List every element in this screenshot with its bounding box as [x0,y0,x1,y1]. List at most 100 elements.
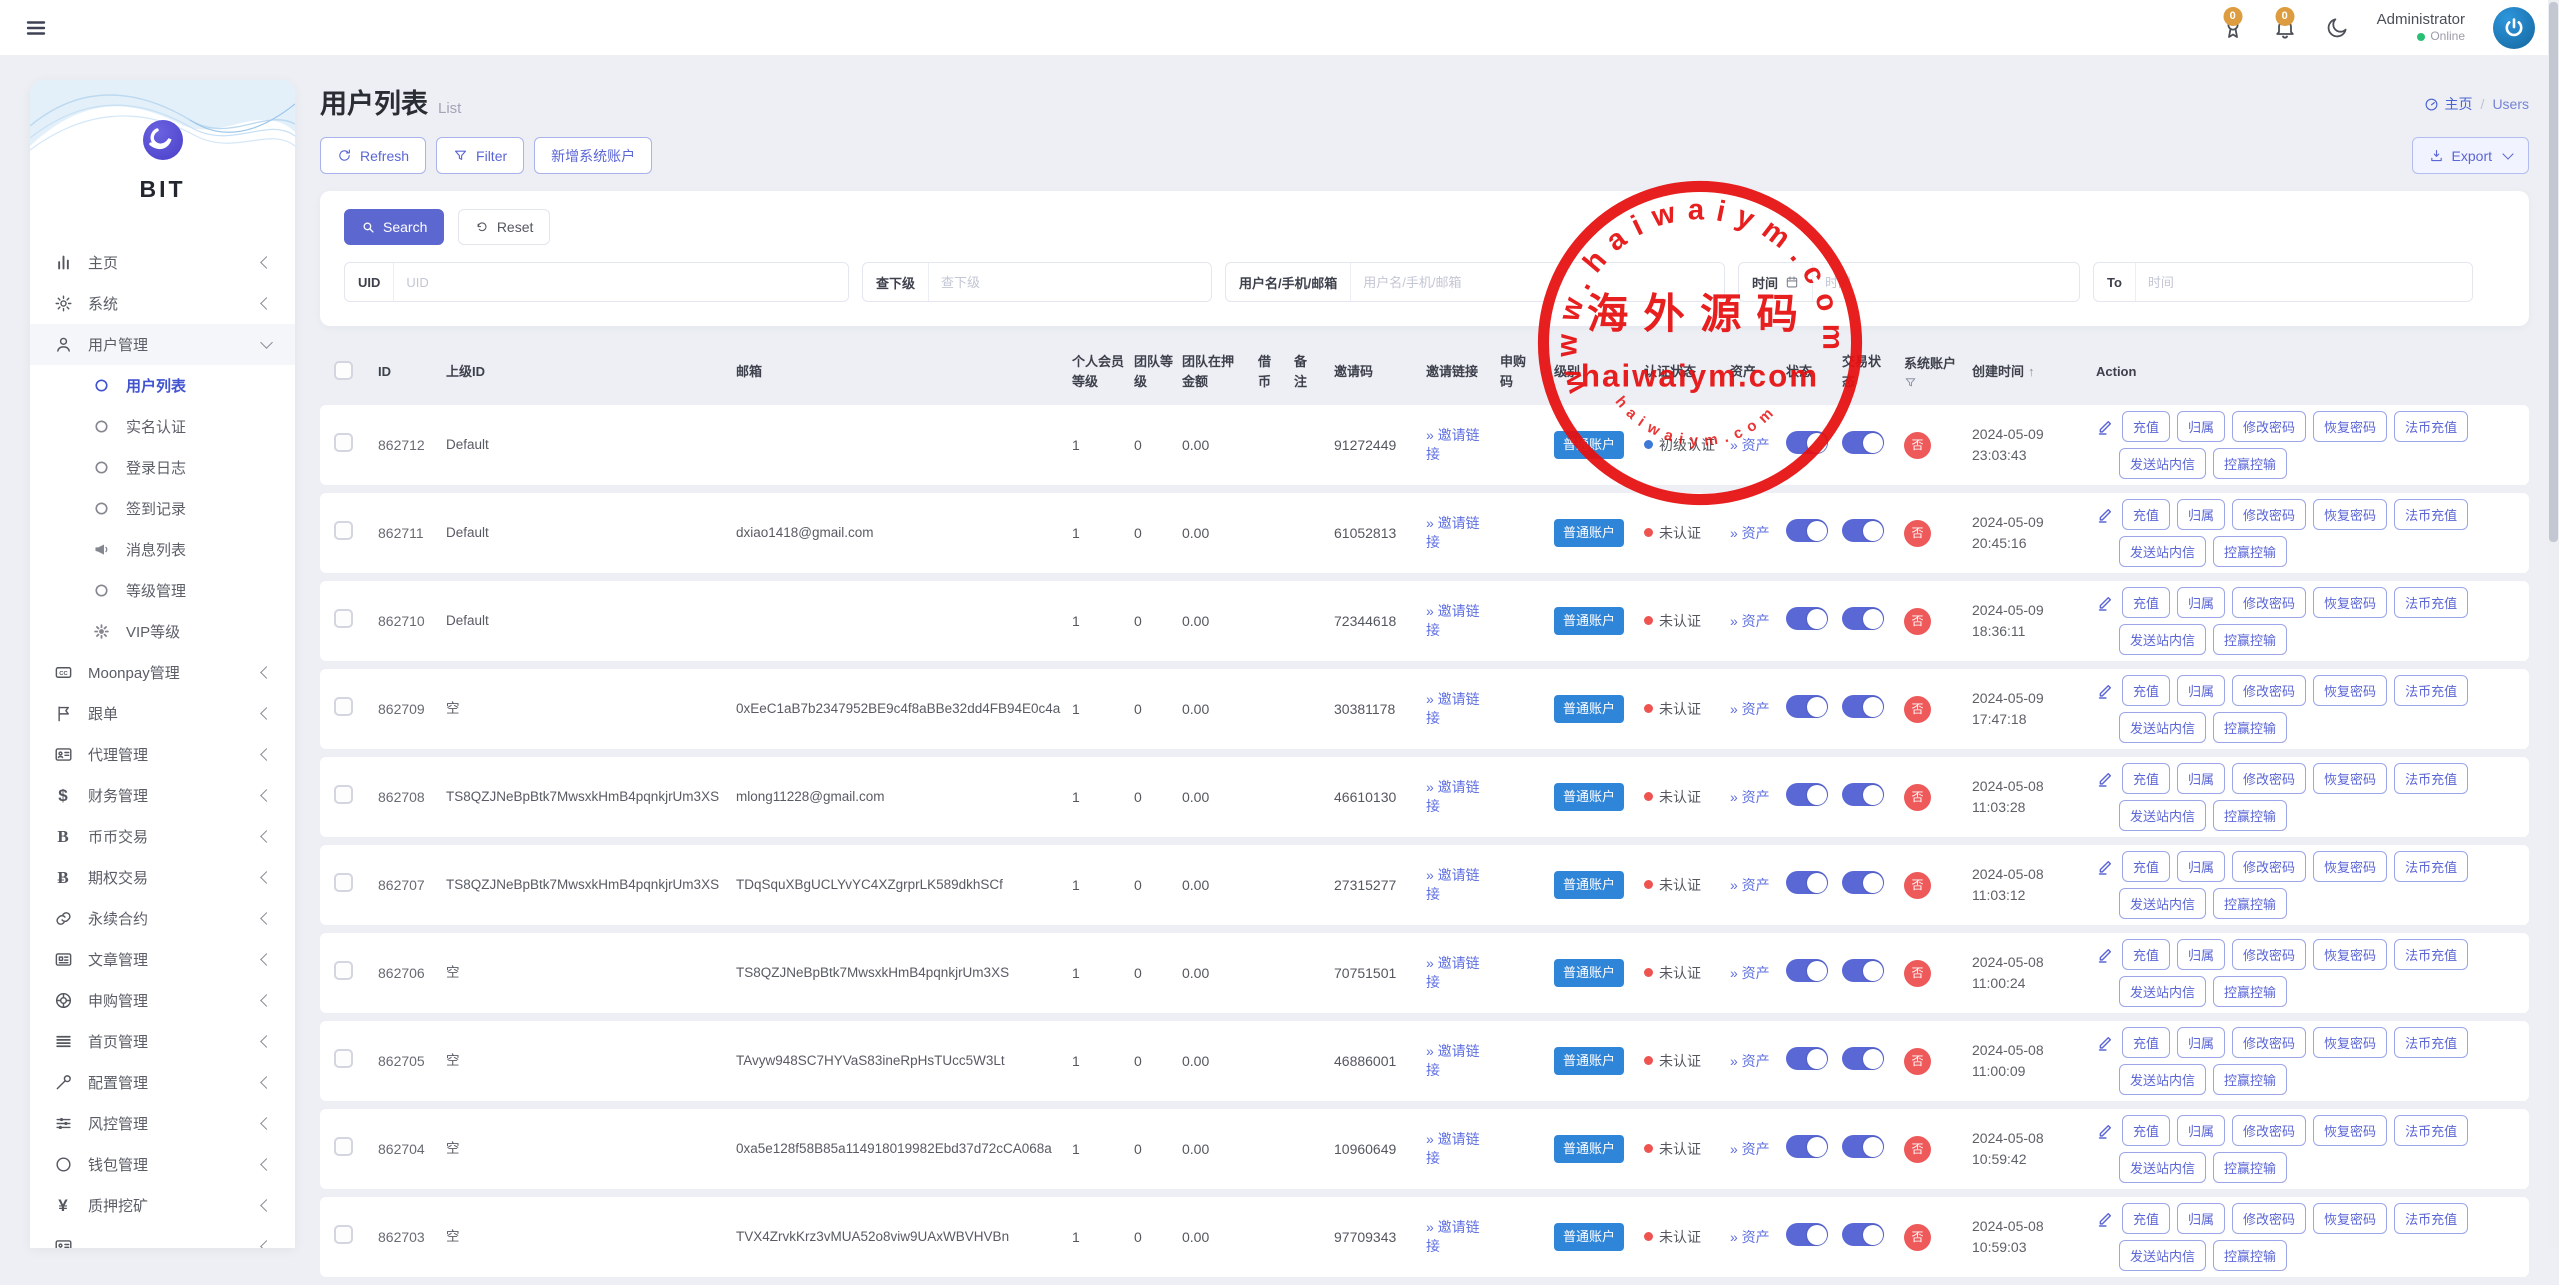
row-checkbox[interactable] [334,1049,353,1068]
sidebar-item-系统[interactable]: 系统 [30,283,295,324]
award-notification-button[interactable]: 0 [2221,16,2245,40]
action-button-修改密码[interactable]: 修改密码 [2232,499,2306,530]
action-button-充值[interactable]: 充值 [2122,675,2170,706]
trade-status-toggle[interactable] [1842,783,1884,806]
status-toggle[interactable] [1786,1047,1828,1070]
action-button-发送站内信[interactable]: 发送站内信 [2119,1152,2206,1183]
action-button-控赢控输[interactable]: 控赢控输 [2213,1064,2287,1095]
edit-icon[interactable] [2096,505,2115,524]
action-button-发送站内信[interactable]: 发送站内信 [2119,448,2206,479]
invite-link[interactable]: » 邀请链接 [1426,1218,1484,1256]
trade-status-toggle[interactable] [1842,431,1884,454]
invite-link[interactable]: » 邀请链接 [1426,690,1484,728]
invite-link[interactable]: » 邀请链接 [1426,1042,1484,1080]
action-button-恢复密码[interactable]: 恢复密码 [2313,499,2387,530]
action-button-充值[interactable]: 充值 [2122,1027,2170,1058]
status-toggle[interactable] [1786,431,1828,454]
action-button-归属[interactable]: 归属 [2177,763,2225,794]
action-button-恢复密码[interactable]: 恢复密码 [2313,411,2387,442]
scrollbar-thumb[interactable] [2549,2,2558,542]
sidebar-item-主页[interactable]: 主页 [30,242,295,283]
action-button-发送站内信[interactable]: 发送站内信 [2119,800,2206,831]
action-button-控赢控输[interactable]: 控赢控输 [2213,712,2287,743]
sidebar-subitem-等级管理[interactable]: 等级管理 [30,570,295,611]
edit-icon[interactable] [2096,945,2115,964]
row-checkbox[interactable] [334,1137,353,1156]
sidebar-item-币币交易[interactable]: B 币币交易 [30,816,295,857]
edit-icon[interactable] [2096,1121,2115,1140]
sidebar-item-hidden[interactable] [30,1226,295,1248]
sidebar-subitem-用户列表[interactable]: 用户列表 [30,365,295,406]
edit-icon[interactable] [2096,1209,2115,1228]
asset-link[interactable]: » 资产 [1730,1228,1770,1247]
trade-status-toggle[interactable] [1842,519,1884,542]
action-button-法币充值[interactable]: 法币充值 [2394,939,2468,970]
action-button-控赢控输[interactable]: 控赢控输 [2213,800,2287,831]
trade-status-toggle[interactable] [1842,607,1884,630]
trade-status-toggle[interactable] [1842,695,1884,718]
edit-icon[interactable] [2096,857,2115,876]
uid-input[interactable] [394,263,848,301]
action-button-恢复密码[interactable]: 恢复密码 [2313,587,2387,618]
action-button-发送站内信[interactable]: 发送站内信 [2119,712,2206,743]
hamburger-menu-icon[interactable] [24,16,48,40]
action-button-法币充值[interactable]: 法币充值 [2394,851,2468,882]
trade-status-toggle[interactable] [1842,1223,1884,1246]
invite-link[interactable]: » 邀请链接 [1426,514,1484,552]
edit-icon[interactable] [2096,681,2115,700]
asset-link[interactable]: » 资产 [1730,700,1770,719]
action-button-修改密码[interactable]: 修改密码 [2232,675,2306,706]
sidebar-subitem-消息列表[interactable]: 消息列表 [30,529,295,570]
action-button-修改密码[interactable]: 修改密码 [2232,411,2306,442]
action-button-发送站内信[interactable]: 发送站内信 [2119,888,2206,919]
sidebar-subitem-VIP等级[interactable]: VIP等级 [30,611,295,652]
export-button[interactable]: Export [2412,137,2529,174]
invite-link[interactable]: » 邀请链接 [1426,1130,1484,1168]
time-from-input[interactable] [1813,263,2079,301]
edit-icon[interactable] [2096,769,2115,788]
sidebar-subitem-签到记录[interactable]: 签到记录 [30,488,295,529]
action-button-法币充值[interactable]: 法币充值 [2394,1027,2468,1058]
action-button-归属[interactable]: 归属 [2177,499,2225,530]
action-button-归属[interactable]: 归属 [2177,411,2225,442]
action-button-恢复密码[interactable]: 恢复密码 [2313,763,2387,794]
action-button-发送站内信[interactable]: 发送站内信 [2119,1240,2206,1271]
col-header-created[interactable]: 创建时间↑ [1972,362,2096,382]
breadcrumb-current[interactable]: Users [2492,96,2529,112]
invite-link[interactable]: » 邀请链接 [1426,778,1484,816]
row-checkbox[interactable] [334,873,353,892]
filter-button[interactable]: Filter [436,137,524,174]
column-filter-icon[interactable] [1904,376,1966,389]
action-button-归属[interactable]: 归属 [2177,1027,2225,1058]
invite-link[interactable]: » 邀请链接 [1426,954,1484,992]
trade-status-toggle[interactable] [1842,1135,1884,1158]
action-button-恢复密码[interactable]: 恢复密码 [2313,851,2387,882]
row-checkbox[interactable] [334,697,353,716]
action-button-修改密码[interactable]: 修改密码 [2232,1115,2306,1146]
action-button-归属[interactable]: 归属 [2177,851,2225,882]
row-checkbox[interactable] [334,785,353,804]
sidebar-item-用户管理[interactable]: 用户管理 [30,324,295,365]
action-button-归属[interactable]: 归属 [2177,587,2225,618]
asset-link[interactable]: » 资产 [1730,876,1770,895]
action-button-充值[interactable]: 充值 [2122,411,2170,442]
action-button-法币充值[interactable]: 法币充值 [2394,411,2468,442]
action-button-控赢控输[interactable]: 控赢控输 [2213,448,2287,479]
sidebar-item-文章管理[interactable]: 文章管理 [30,939,295,980]
action-button-充值[interactable]: 充值 [2122,851,2170,882]
action-button-归属[interactable]: 归属 [2177,1115,2225,1146]
action-button-发送站内信[interactable]: 发送站内信 [2119,536,2206,567]
user-menu[interactable]: Administrator Online [2377,11,2465,45]
action-button-法币充值[interactable]: 法币充值 [2394,1203,2468,1234]
action-button-发送站内信[interactable]: 发送站内信 [2119,1064,2206,1095]
status-toggle[interactable] [1786,607,1828,630]
action-button-充值[interactable]: 充值 [2122,499,2170,530]
sidebar-subitem-登录日志[interactable]: 登录日志 [30,447,295,488]
row-checkbox[interactable] [334,521,353,540]
status-toggle[interactable] [1786,1135,1828,1158]
sidebar-subitem-实名认证[interactable]: 实名认证 [30,406,295,447]
sidebar-item-配置管理[interactable]: 配置管理 [30,1062,295,1103]
action-button-控赢控输[interactable]: 控赢控输 [2213,888,2287,919]
sidebar-item-风控管理[interactable]: 风控管理 [30,1103,295,1144]
action-button-恢复密码[interactable]: 恢复密码 [2313,939,2387,970]
